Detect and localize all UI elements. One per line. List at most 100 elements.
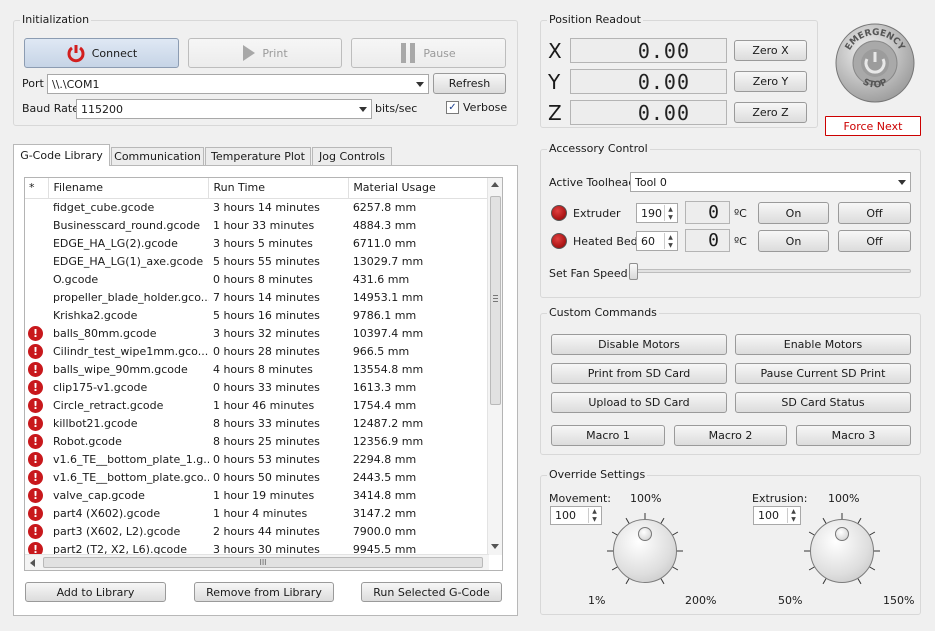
table-row[interactable]: ! balls_80mm.gcode 3 hours 32 minutes 10397…: [25, 324, 489, 342]
spin-down-icon[interactable]: ▼: [788, 516, 799, 524]
run-selected-gcode-button[interactable]: Run Selected G-Code: [361, 582, 502, 602]
table-row[interactable]: ! v1.6_TE__bottom_plate_1.g... 0 hours 53 …: [25, 450, 489, 468]
filename-cell: Krishka2.gcode: [52, 308, 138, 322]
spin-down-icon[interactable]: ▼: [665, 241, 676, 249]
axis-readout-x: 0.00: [570, 38, 727, 63]
sd-card-status-label: SD Card Status: [781, 396, 865, 409]
scroll-up-icon[interactable]: [491, 182, 499, 187]
table-row[interactable]: ! part2 (T2, X2, L6).gcode 3 hours 30 minu…: [25, 540, 489, 554]
vertical-scrollbar[interactable]: [487, 178, 502, 555]
warning-icon: !: [28, 541, 43, 554]
warning-icon: !: [28, 379, 43, 395]
active-toolhead-select[interactable]: Tool 0: [630, 172, 911, 192]
tab-communication[interactable]: Communication: [111, 147, 204, 165]
table-row[interactable]: ! Robot.gcode 8 hours 25 minutes 12356.9 mm: [25, 432, 489, 450]
column-header-material-usage[interactable]: Material Usage: [348, 178, 489, 199]
scroll-down-icon[interactable]: [491, 544, 499, 549]
spin-down-icon[interactable]: ▼: [589, 516, 600, 524]
table-row[interactable]: ! balls_wipe_90mm.gcode 4 hours 8 minutes 1…: [25, 360, 489, 378]
warning-cell: [25, 306, 49, 324]
extruder-off-label: Off: [866, 206, 883, 220]
movement-dial[interactable]: [604, 510, 686, 592]
table-row[interactable]: ! Cilindr_test_wipe1mm.gco... 0 hours 28 m…: [25, 342, 489, 360]
column-header-filename[interactable]: Filename: [48, 178, 210, 199]
table-row[interactable]: ! clip175-v1.gcode 0 hours 33 minutes 1613.…: [25, 378, 489, 396]
table-row[interactable]: ! Circle_retract.gcode 1 hour 46 minutes 17…: [25, 396, 489, 414]
macro-3-button[interactable]: Macro 3: [796, 425, 911, 446]
extrusion-dial[interactable]: [801, 510, 883, 592]
zero-z-button[interactable]: Zero Z: [734, 102, 807, 123]
print-from-sd-card-button[interactable]: Print from SD Card: [551, 363, 727, 384]
pause-button[interactable]: Pause: [351, 38, 506, 68]
baud-rate-select[interactable]: 115200: [76, 99, 372, 119]
emergency-stop-button[interactable]: EMERGENCY STOP: [834, 22, 916, 104]
macro-1-button[interactable]: Macro 1: [551, 425, 665, 446]
run-time-cell: 3 hours 5 minutes: [212, 236, 313, 250]
pause-current-sd-print-button[interactable]: Pause Current SD Print: [735, 363, 911, 384]
warning-cell: !: [25, 486, 49, 504]
extruder-off-button[interactable]: Off: [838, 202, 911, 224]
heated-bed-setpoint-spinbox[interactable]: 60 ▲ ▼: [636, 231, 678, 251]
column-header-star[interactable]: *: [25, 178, 50, 199]
remove-from-library-button[interactable]: Remove from Library: [194, 582, 334, 602]
macro-2-button[interactable]: Macro 2: [674, 425, 787, 446]
disable-motors-button[interactable]: Disable Motors: [551, 334, 727, 355]
warning-icon: !: [28, 469, 43, 485]
spin-up-icon[interactable]: ▲: [589, 508, 600, 516]
horizontal-scrollbar[interactable]: III: [25, 554, 489, 570]
fan-speed-slider-handle[interactable]: [629, 263, 638, 280]
spin-up-icon[interactable]: ▲: [788, 508, 799, 516]
heated-bed-off-button[interactable]: Off: [838, 230, 911, 252]
movement-spinbox[interactable]: 100 ▲ ▼: [550, 506, 602, 525]
tab-jog-controls[interactable]: Jog Controls: [312, 147, 392, 165]
table-row[interactable]: Krishka2.gcode 5 hours 16 minutes 9786.1 m…: [25, 306, 489, 324]
extruder-temp-readout: 0: [685, 201, 730, 224]
scroll-thumb[interactable]: [490, 196, 501, 405]
print-button[interactable]: Print: [188, 38, 342, 68]
extruder-setpoint-value: 190: [641, 206, 662, 220]
fan-speed-slider-track[interactable]: [630, 269, 911, 273]
warning-icon: !: [28, 487, 43, 503]
spin-down-icon[interactable]: ▼: [665, 213, 676, 221]
extrusion-value: 100: [758, 509, 779, 522]
extruder-setpoint-spinbox[interactable]: 190 ▲ ▼: [636, 203, 678, 223]
warning-cell: [25, 270, 49, 288]
force-next-button[interactable]: Force Next: [825, 116, 921, 136]
table-row[interactable]: ! part3 (X602, L2).gcode 2 hours 44 minute…: [25, 522, 489, 540]
port-select[interactable]: \\.\COM1: [47, 74, 429, 94]
spin-up-icon[interactable]: ▲: [665, 205, 676, 213]
position-readout-title: Position Readout: [547, 13, 643, 26]
connect-button[interactable]: Connect: [24, 38, 179, 68]
extruder-on-button[interactable]: On: [758, 202, 829, 224]
axis-value-z: 0.00: [637, 100, 690, 125]
column-header-run-time[interactable]: Run Time: [208, 178, 350, 199]
add-to-library-button[interactable]: Add to Library: [25, 582, 166, 602]
table-row[interactable]: ! part4 (X602).gcode 1 hour 4 minutes 3147.…: [25, 504, 489, 522]
refresh-button[interactable]: Refresh: [433, 73, 506, 94]
tab-gcode-library[interactable]: G-Code Library: [13, 144, 110, 166]
tab-temperature-plot[interactable]: Temperature Plot: [205, 147, 311, 165]
table-row[interactable]: EDGE_HA_LG(1)_axe.gcode 5 hours 55 minute…: [25, 252, 489, 270]
enable-motors-button[interactable]: Enable Motors: [735, 334, 911, 355]
spin-up-icon[interactable]: ▲: [665, 233, 676, 241]
extrusion-spinbox[interactable]: 100 ▲ ▼: [753, 506, 801, 525]
zero-y-button[interactable]: Zero Y: [734, 71, 807, 92]
sd-card-status-button[interactable]: SD Card Status: [735, 392, 911, 413]
scroll-left-icon[interactable]: [30, 559, 35, 567]
table-row[interactable]: ! killbot21.gcode 8 hours 33 minutes 12487.…: [25, 414, 489, 432]
table-row[interactable]: ! valve_cap.gcode 1 hour 19 minutes 3414.8 …: [25, 486, 489, 504]
warning-cell: !: [25, 540, 49, 554]
material-usage-cell: 9786.1 mm: [352, 308, 417, 322]
table-row[interactable]: O.gcode 0 hours 8 minutes 431.6 mm: [25, 270, 489, 288]
verbose-checkbox[interactable]: ✓: [446, 101, 459, 114]
zero-x-button[interactable]: Zero X: [734, 40, 807, 61]
initialization-title: Initialization: [20, 13, 92, 26]
heated-bed-on-button[interactable]: On: [758, 230, 829, 252]
hscroll-thumb[interactable]: III: [43, 557, 483, 568]
upload-to-sd-card-button[interactable]: Upload to SD Card: [551, 392, 727, 413]
table-row[interactable]: fidget_cube.gcode 3 hours 14 minutes 6257.…: [25, 198, 489, 216]
table-row[interactable]: ! v1.6_TE__bottom_plate.gco... 0 hours 50 …: [25, 468, 489, 486]
table-row[interactable]: Businesscard_round.gcode 1 hour 33 minute…: [25, 216, 489, 234]
table-row[interactable]: EDGE_HA_LG(2).gcode 3 hours 5 minutes 6711…: [25, 234, 489, 252]
table-row[interactable]: propeller_blade_holder.gco... 7 hours 14 …: [25, 288, 489, 306]
